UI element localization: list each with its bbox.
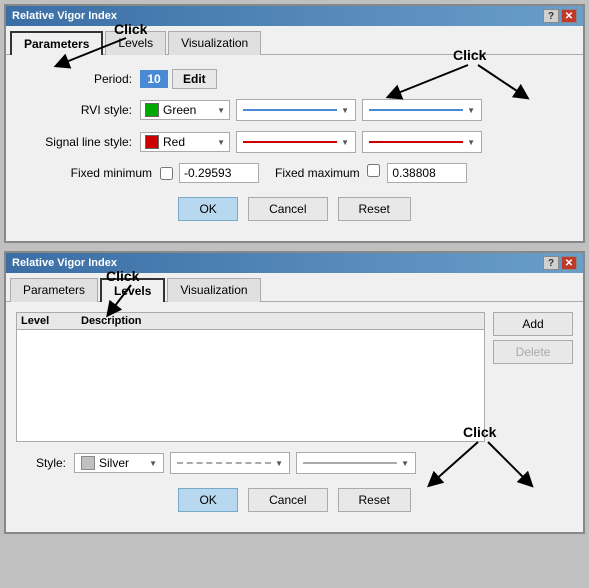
style-label: Style: bbox=[16, 456, 66, 470]
title-bar-1: Relative Vigor Index ? ✕ bbox=[6, 6, 583, 26]
rvi-color-dropdown[interactable]: Green bbox=[140, 100, 230, 120]
rvi-style-label: RVI style: bbox=[22, 103, 132, 117]
rvi-solid-line bbox=[243, 109, 337, 111]
fixed-row: Fixed minimum Fixed maximum bbox=[22, 163, 567, 183]
tabs-1: Parameters Levels Visualization bbox=[6, 26, 583, 55]
cancel-button-1[interactable]: Cancel bbox=[248, 197, 327, 221]
tabs-2: Parameters Levels Visualization bbox=[6, 273, 583, 302]
col-level: Level bbox=[21, 315, 81, 327]
style-color-label: Silver bbox=[99, 456, 129, 470]
signal-line-row: Signal line style: Red bbox=[22, 131, 567, 153]
dialog1-buttons: OK Cancel Reset bbox=[22, 197, 567, 231]
close-button-1[interactable]: ✕ bbox=[561, 9, 577, 23]
dashed-line bbox=[177, 462, 271, 464]
reset-button-1[interactable]: Reset bbox=[338, 197, 411, 221]
dialog2-title: Relative Vigor Index bbox=[12, 257, 117, 269]
rvi-style-row: RVI style: Green bbox=[22, 99, 567, 121]
dialog1-content: Click Period: 10 Edit RVI style: bbox=[6, 55, 583, 241]
rvi-color-label: Green bbox=[163, 103, 196, 117]
fixed-max-label: Fixed maximum bbox=[275, 166, 360, 180]
signal-color-dropdown[interactable]: Red bbox=[140, 132, 230, 152]
levels-table-container: Level Description bbox=[16, 312, 485, 442]
signal-color-block bbox=[145, 135, 159, 149]
delete-button[interactable]: Delete bbox=[493, 340, 573, 364]
levels-table: Level Description bbox=[16, 312, 485, 442]
fixed-min-group bbox=[160, 163, 259, 183]
signal-line-value: Red bbox=[140, 131, 482, 153]
signal-line-style1[interactable] bbox=[236, 131, 356, 153]
levels-side-buttons: Add Delete bbox=[493, 312, 573, 442]
period-row: Period: 10 Edit bbox=[22, 69, 567, 89]
dialog2-buttons: OK Cancel Reset bbox=[16, 488, 573, 522]
fixed-min-input[interactable] bbox=[179, 163, 259, 183]
tab-visualization-2[interactable]: Visualization bbox=[167, 278, 260, 302]
levels-table-body bbox=[17, 330, 484, 440]
cancel-button-2[interactable]: Cancel bbox=[248, 488, 327, 512]
dialog2-content: Click Level Description bbox=[6, 302, 583, 532]
rvi-style-value: Green bbox=[140, 99, 482, 121]
style-color-dropdown[interactable]: Silver bbox=[74, 453, 164, 473]
rvi-solid-line2 bbox=[369, 109, 463, 111]
tab-parameters-1[interactable]: Parameters bbox=[10, 31, 103, 55]
rvi-color-block bbox=[145, 103, 159, 117]
add-button[interactable]: Add bbox=[493, 312, 573, 336]
tab-visualization-1[interactable]: Visualization bbox=[168, 31, 261, 55]
signal-line-style2[interactable] bbox=[362, 131, 482, 153]
signal-line-label: Signal line style: bbox=[22, 135, 132, 149]
style-solid-dropdown[interactable] bbox=[296, 452, 416, 474]
title-bar-buttons-2: ? ✕ bbox=[543, 256, 577, 270]
signal-solid-line2 bbox=[369, 141, 463, 143]
ok-button-2[interactable]: OK bbox=[178, 488, 238, 512]
title-bar-2: Relative Vigor Index ? ✕ bbox=[6, 253, 583, 273]
edit-button[interactable]: Edit bbox=[172, 69, 217, 89]
tab-levels-1[interactable]: Levels bbox=[105, 31, 166, 55]
tab-levels-2[interactable]: Levels bbox=[100, 278, 165, 302]
fixed-max-group: Fixed maximum bbox=[275, 163, 467, 183]
fixed-min-checkbox[interactable] bbox=[160, 167, 173, 180]
tab-parameters-2[interactable]: Parameters bbox=[10, 278, 98, 302]
close-button-2[interactable]: ✕ bbox=[561, 256, 577, 270]
reset-button-2[interactable]: Reset bbox=[338, 488, 411, 512]
rvi-line-style2[interactable] bbox=[362, 99, 482, 121]
rvi-line-style1[interactable] bbox=[236, 99, 356, 121]
help-button-1[interactable]: ? bbox=[543, 9, 559, 23]
fixed-min-label: Fixed minimum bbox=[22, 166, 152, 180]
levels-table-header: Level Description bbox=[17, 313, 484, 330]
levels-main: Level Description Add Delete bbox=[16, 312, 573, 442]
help-button-2[interactable]: ? bbox=[543, 256, 559, 270]
dialog1-title: Relative Vigor Index bbox=[12, 10, 117, 22]
signal-color-label: Red bbox=[163, 135, 185, 149]
ok-button-1[interactable]: OK bbox=[178, 197, 238, 221]
dialog2: Relative Vigor Index ? ✕ Click Parameter… bbox=[4, 251, 585, 534]
title-bar-buttons-1: ? ✕ bbox=[543, 9, 577, 23]
period-display: 10 bbox=[140, 70, 168, 88]
style-color-block bbox=[81, 456, 95, 470]
fixed-max-input[interactable] bbox=[387, 163, 467, 183]
style-dashed-dropdown[interactable] bbox=[170, 452, 290, 474]
period-label: Period: bbox=[22, 72, 132, 86]
style-row: Style: Silver bbox=[16, 452, 573, 474]
period-value: 10 Edit bbox=[140, 69, 217, 89]
col-description: Description bbox=[81, 315, 142, 327]
fixed-max-checkbox[interactable] bbox=[367, 164, 380, 177]
dialog1: Relative Vigor Index ? ✕ Click Parameter… bbox=[4, 4, 585, 243]
solid-line bbox=[303, 462, 397, 464]
signal-solid-line bbox=[243, 141, 337, 143]
